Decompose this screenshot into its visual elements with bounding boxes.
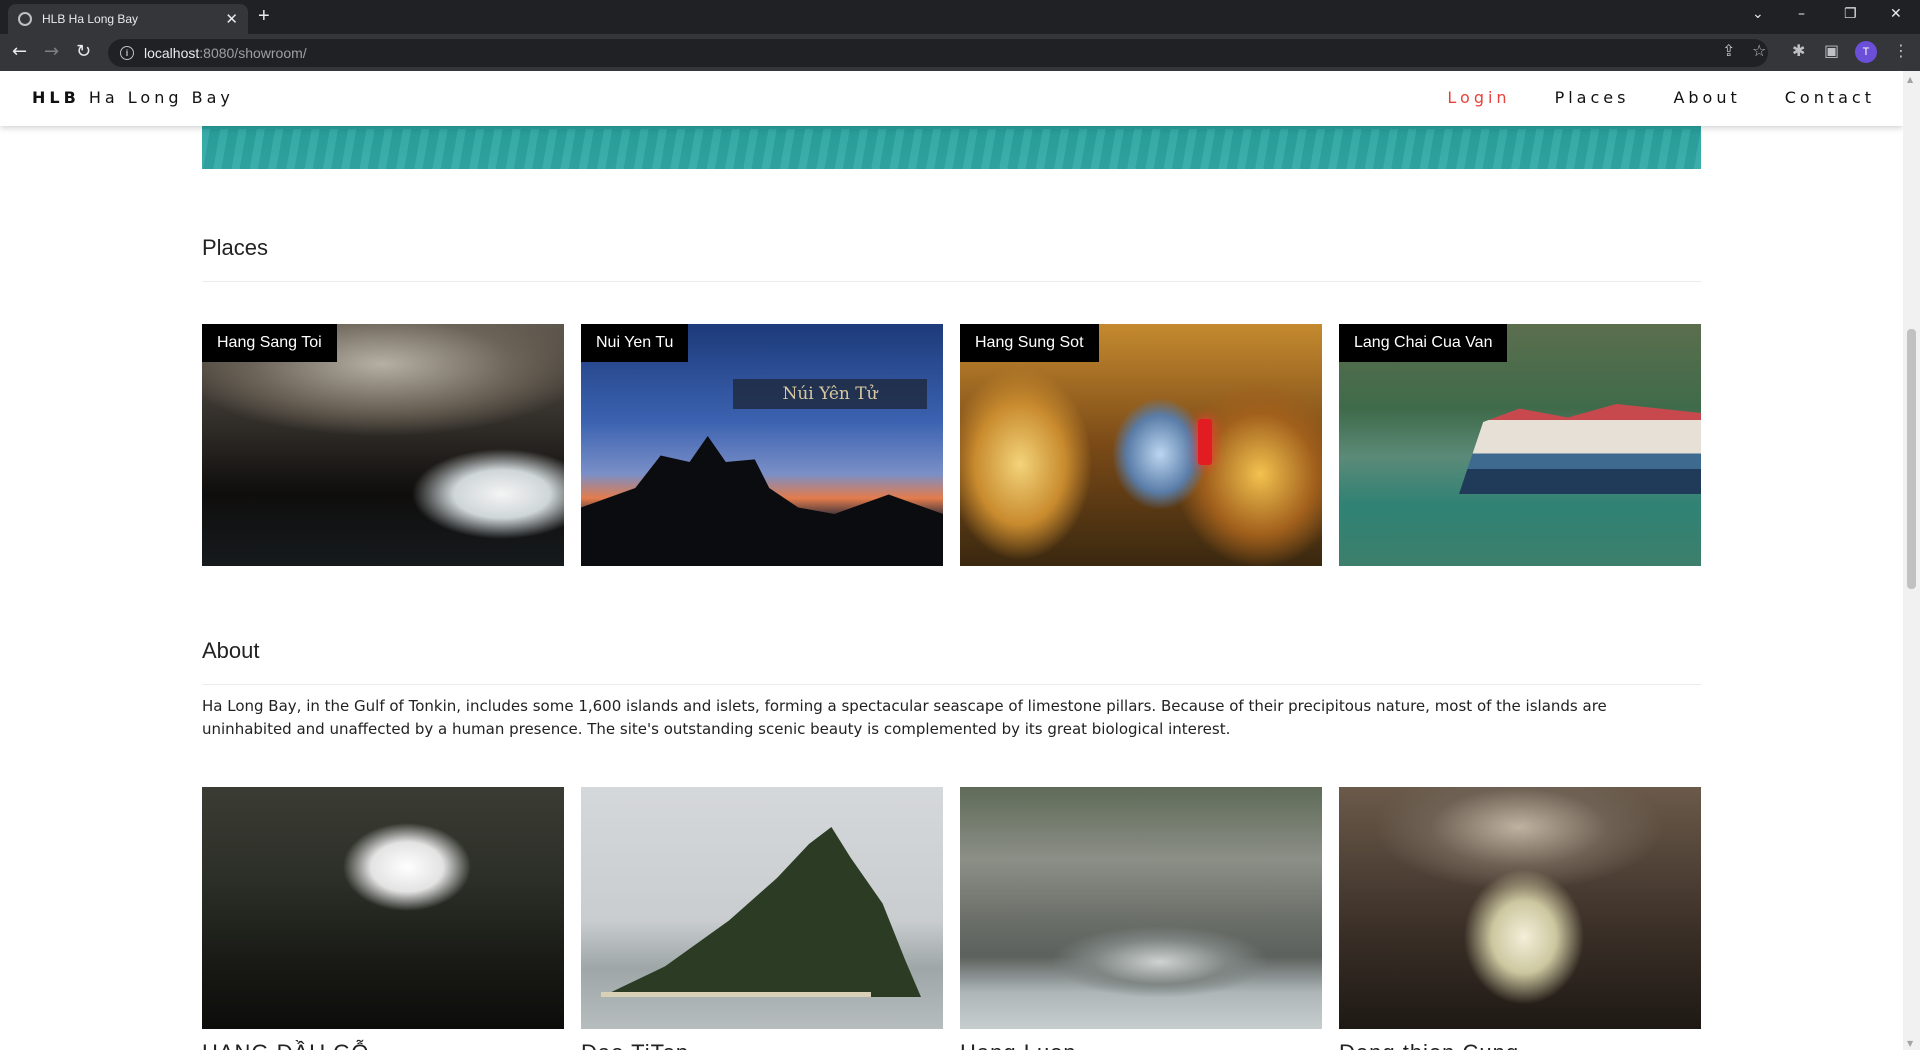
browser-tab-strip: HLB Ha Long Bay ✕ + ⌄ – ❐ ✕ (0, 0, 1920, 34)
island-rock (601, 827, 921, 997)
url-host: localhost (144, 45, 200, 61)
address-bar[interactable]: i localhost:8080/showroom/ (108, 39, 1768, 67)
site-header: HLB Ha Long Bay Login Places About Conta… (0, 71, 1903, 126)
gallery-caption: Hang Luon (960, 1040, 1077, 1050)
island-beach (601, 992, 871, 997)
places-heading: Places (202, 235, 269, 260)
place-card-hang-sang-toi[interactable]: Hang Sang Toi (202, 324, 564, 566)
scroll-down-icon[interactable]: ▼ (1907, 1039, 1913, 1048)
tab-title: HLB Ha Long Bay (42, 12, 139, 26)
place-card-label: Hang Sung Sot (960, 324, 1099, 362)
new-tab-button[interactable]: + (258, 5, 270, 28)
gallery-caption: Dong thien Cung (1339, 1040, 1519, 1050)
nav-places[interactable]: Places (1555, 88, 1630, 107)
menu-kebab-icon[interactable]: ⋮ (1893, 41, 1909, 60)
about-heading: About (202, 638, 260, 663)
place-card-label: Lang Chai Cua Van (1339, 324, 1508, 362)
scroll-up-icon[interactable]: ▲ (1907, 75, 1913, 84)
gallery-caption: HANG DẦU GỖ (202, 1040, 369, 1050)
floating-houses (1459, 404, 1701, 494)
gallery-image (1339, 787, 1701, 1029)
cave-light (1198, 419, 1212, 465)
close-window-button[interactable]: ✕ (1890, 6, 1902, 22)
brand-initials: HLB (32, 88, 80, 107)
about-paragraph: Ha Long Bay, in the Gulf of Tonkin, incl… (202, 697, 1607, 738)
share-icon[interactable]: ⇪ (1722, 41, 1735, 60)
profile-avatar[interactable]: T (1855, 41, 1877, 63)
url-path: :8080/showroom/ (199, 45, 307, 61)
forward-icon[interactable]: → (44, 41, 59, 62)
nav-about[interactable]: About (1673, 88, 1740, 107)
place-card-lang-chai-cua-van[interactable]: Lang Chai Cua Van (1339, 324, 1701, 566)
nav-contact[interactable]: Contact (1785, 88, 1875, 107)
back-icon[interactable]: ← (12, 41, 27, 62)
place-card-label: Nui Yen Tu (581, 324, 689, 362)
browser-tab[interactable]: HLB Ha Long Bay ✕ (8, 4, 248, 34)
gallery-image (581, 787, 943, 1029)
site-nav: Login Places About Contact (1447, 88, 1875, 107)
places-divider (202, 281, 1701, 282)
globe-icon (18, 12, 32, 26)
gallery-caption: Dao TiTop (581, 1040, 689, 1050)
page-scrollbar[interactable]: ▲ ▼ (1903, 71, 1920, 1050)
reload-icon[interactable]: ↻ (76, 41, 91, 62)
site-brand[interactable]: HLB Ha Long Bay (32, 88, 234, 107)
brand-name: Ha Long Bay (88, 88, 234, 107)
gallery-card[interactable] (202, 787, 564, 1029)
gallery-card[interactable] (581, 787, 943, 1029)
side-panel-icon[interactable]: ▣ (1824, 41, 1839, 60)
gallery-card[interactable] (960, 787, 1322, 1029)
restore-button[interactable]: ❐ (1844, 6, 1857, 22)
minimize-button[interactable]: – (1798, 6, 1805, 22)
place-card-label: Hang Sang Toi (202, 324, 337, 362)
gallery-image (202, 787, 564, 1029)
temple-silhouette (581, 436, 943, 566)
info-icon[interactable]: i (120, 46, 134, 60)
bookmark-star-icon[interactable]: ☆ (1752, 41, 1766, 60)
place-card-hang-sung-sot[interactable]: Hang Sung Sot (960, 324, 1322, 566)
tab-close-icon[interactable]: ✕ (225, 10, 238, 28)
gallery-image (960, 787, 1322, 1029)
about-divider (202, 684, 1701, 685)
place-card-nui-yen-tu[interactable]: Núi Yên Tử Nui Yen Tu (581, 324, 943, 566)
scrollbar-thumb[interactable] (1907, 329, 1916, 589)
image-sign-text: Núi Yên Tử (733, 379, 927, 409)
browser-toolbar: ← → ↻ i localhost:8080/showroom/ (0, 34, 1920, 71)
tab-search-icon[interactable]: ⌄ (1752, 6, 1764, 22)
gallery-card[interactable] (1339, 787, 1701, 1029)
extensions-icon[interactable]: ✱ (1792, 41, 1805, 60)
nav-login[interactable]: Login (1447, 88, 1510, 107)
page-viewport: HLB Ha Long Bay Login Places About Conta… (0, 71, 1903, 1050)
